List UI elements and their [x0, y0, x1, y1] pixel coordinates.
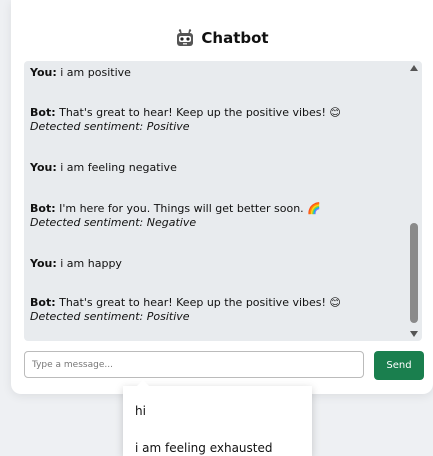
autocomplete-option[interactable]: hi: [135, 404, 146, 418]
autocomplete-dropdown: hi i am feeling exhausted: [123, 380, 312, 456]
sentiment-label: Detected sentiment: Negative: [30, 216, 197, 229]
speaker-label: You:: [30, 66, 57, 79]
message-text: i am feeling negative: [60, 161, 177, 174]
chat-log[interactable]: You: i am positive Bot: That's great to …: [24, 61, 422, 341]
scrollbar-thumb[interactable]: [410, 223, 418, 323]
send-button[interactable]: Send: [374, 351, 424, 380]
page-title: Chatbot: [201, 29, 269, 47]
sentiment-label: Detected sentiment: Positive: [30, 310, 190, 323]
message-text: That's great to hear! Keep up the positi…: [59, 296, 341, 309]
message-text: i am happy: [60, 257, 122, 270]
header: Chatbot: [11, 28, 433, 48]
message-input[interactable]: [24, 351, 364, 378]
speaker-label: Bot:: [30, 202, 56, 215]
scroll-up-icon[interactable]: [410, 65, 418, 71]
speaker-label: Bot:: [30, 296, 56, 309]
chat-scrollbar[interactable]: [406, 61, 422, 341]
speaker-label: You:: [30, 161, 57, 174]
sentiment-label: Detected sentiment: Positive: [30, 120, 190, 133]
scroll-down-icon[interactable]: [410, 331, 418, 337]
message-text: i am positive: [60, 66, 131, 79]
message-list: You: i am positive Bot: That's great to …: [24, 61, 406, 341]
robot-icon: [175, 29, 195, 47]
autocomplete-option[interactable]: i am feeling exhausted: [135, 441, 273, 455]
user-message: You: i am positive: [30, 66, 131, 80]
speaker-label: You:: [30, 257, 57, 270]
message-text: I'm here for you. Things will get better…: [59, 202, 321, 215]
bot-message: Bot: I'm here for you. Things will get b…: [30, 202, 321, 230]
message-text: That's great to hear! Keep up the positi…: [59, 106, 341, 119]
speaker-label: Bot:: [30, 106, 56, 119]
user-message: You: i am happy: [30, 257, 122, 271]
bot-message: Bot: That's great to hear! Keep up the p…: [30, 296, 341, 324]
user-message: You: i am feeling negative: [30, 161, 177, 175]
bot-message: Bot: That's great to hear! Keep up the p…: [30, 106, 341, 134]
chatbot-card: Chatbot You: i am positive Bot: That's g…: [11, 0, 433, 394]
